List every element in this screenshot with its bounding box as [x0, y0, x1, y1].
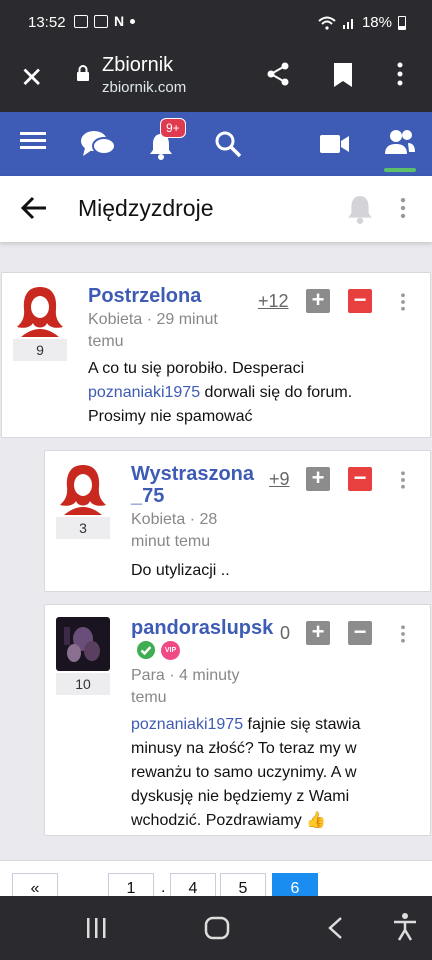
vip-badge: VIP	[161, 641, 180, 660]
notification-icons: N	[74, 13, 136, 29]
post-meta-line1: Para · 4 minuty	[131, 667, 240, 684]
browser-toolbar: ✕ Zbiornik zbiornik.com	[0, 46, 432, 112]
post-meta-line2: temu	[131, 689, 167, 706]
bookmark-icon[interactable]	[333, 62, 353, 88]
wifi-icon	[318, 16, 336, 30]
notifications-badge: 9+	[160, 118, 186, 138]
reputation-count: 10	[56, 673, 110, 695]
status-time: 13:52	[28, 14, 66, 31]
post-body: Do utylizacji ..	[131, 562, 230, 579]
post-score: 0	[280, 623, 291, 643]
video-camera-icon[interactable]	[320, 134, 350, 154]
status-bar: 13:52 N 18%	[0, 0, 432, 46]
avatar[interactable]	[56, 617, 110, 671]
site-url: zbiornik.com	[102, 79, 187, 96]
system-nav-bar	[0, 896, 432, 960]
avatar[interactable]	[13, 283, 67, 337]
url-display[interactable]: Zbiornik zbiornik.com	[102, 54, 186, 96]
back-nav-icon[interactable]	[326, 916, 346, 940]
lock-icon	[77, 65, 89, 81]
status-right: 18%	[318, 14, 406, 31]
post-meta-line1: Kobieta · 28	[131, 511, 218, 528]
accessibility-icon[interactable]	[392, 912, 418, 942]
post-menu-icon[interactable]	[397, 467, 409, 493]
upvote-button[interactable]: +	[306, 467, 330, 491]
downvote-button[interactable]: −	[348, 467, 372, 491]
upvote-button[interactable]: +	[306, 289, 330, 313]
notification-icon	[74, 15, 88, 28]
upvote-button[interactable]: +	[306, 621, 330, 645]
reputation-count: 3	[56, 517, 110, 539]
back-arrow-icon[interactable]	[20, 194, 48, 222]
gallery-icon	[94, 15, 108, 28]
browser-menu-icon[interactable]	[392, 60, 408, 88]
post-score[interactable]: +9	[269, 469, 290, 490]
hamburger-menu-icon[interactable]	[20, 128, 46, 154]
more-dot-icon	[130, 19, 136, 24]
chat-icon[interactable]	[80, 130, 116, 160]
forum-post-reply: 10 pandoraslupsk VIP Para · 4 minuty tem…	[44, 604, 431, 836]
post-score[interactable]: +12	[258, 291, 289, 312]
post-author-line1[interactable]: Wystraszona	[131, 463, 254, 485]
home-icon[interactable]	[204, 916, 230, 940]
post-menu-icon[interactable]	[397, 289, 409, 315]
page-title: Międzyzdroje	[78, 195, 214, 221]
post-body: A co tu się porobiło. Desperaci poznania…	[88, 357, 388, 429]
site-title: Zbiornik	[102, 54, 174, 76]
reputation-count: 9	[13, 339, 67, 361]
user-mention-link[interactable]: poznaniaki1975	[131, 716, 243, 733]
post-meta: Kobieta · 29 minut temu	[88, 311, 218, 350]
forum-post: 9 Postrzelona Kobieta · 29 minut temu +1…	[1, 272, 431, 438]
battery-icon	[398, 15, 406, 30]
subscribe-bell-icon[interactable]	[346, 194, 374, 224]
post-meta-line2: minut temu	[131, 533, 211, 550]
forum-post-reply: 3 Wystraszona _75 Kobieta · 28 minut tem…	[44, 450, 431, 592]
page-menu-icon[interactable]	[396, 194, 410, 222]
avatar[interactable]	[56, 461, 110, 515]
search-icon[interactable]	[214, 130, 242, 158]
active-tab-indicator	[384, 168, 416, 172]
share-icon[interactable]	[264, 60, 292, 88]
people-icon[interactable]	[384, 128, 416, 156]
signal-icon	[342, 18, 353, 29]
post-author[interactable]: pandoraslupsk	[131, 617, 273, 639]
n-app-icon: N	[114, 13, 125, 29]
recent-apps-icon[interactable]	[84, 916, 108, 940]
post-author[interactable]: Postrzelona	[88, 285, 201, 307]
post-text: A co tu się porobiło. Desperaci	[88, 360, 305, 377]
post-author-line2[interactable]: _75	[131, 485, 164, 507]
downvote-button[interactable]: −	[348, 289, 372, 313]
downvote-button[interactable]: −	[348, 621, 372, 645]
close-tab-button[interactable]: ✕	[20, 64, 43, 92]
battery-text: 18%	[361, 14, 392, 31]
pagination: « 1 . 4 5 6	[0, 860, 432, 903]
post-menu-icon[interactable]	[397, 621, 409, 647]
verified-check-icon	[137, 641, 155, 659]
page-header: Międzyzdroje	[0, 176, 432, 242]
user-mention-link[interactable]: poznaniaki1975	[88, 384, 200, 401]
site-nav: 9+	[0, 112, 432, 176]
post-body: poznaniaki1975 fajnie się stawia minusy …	[131, 713, 401, 833]
pagination-ellipsis: .	[161, 879, 166, 896]
